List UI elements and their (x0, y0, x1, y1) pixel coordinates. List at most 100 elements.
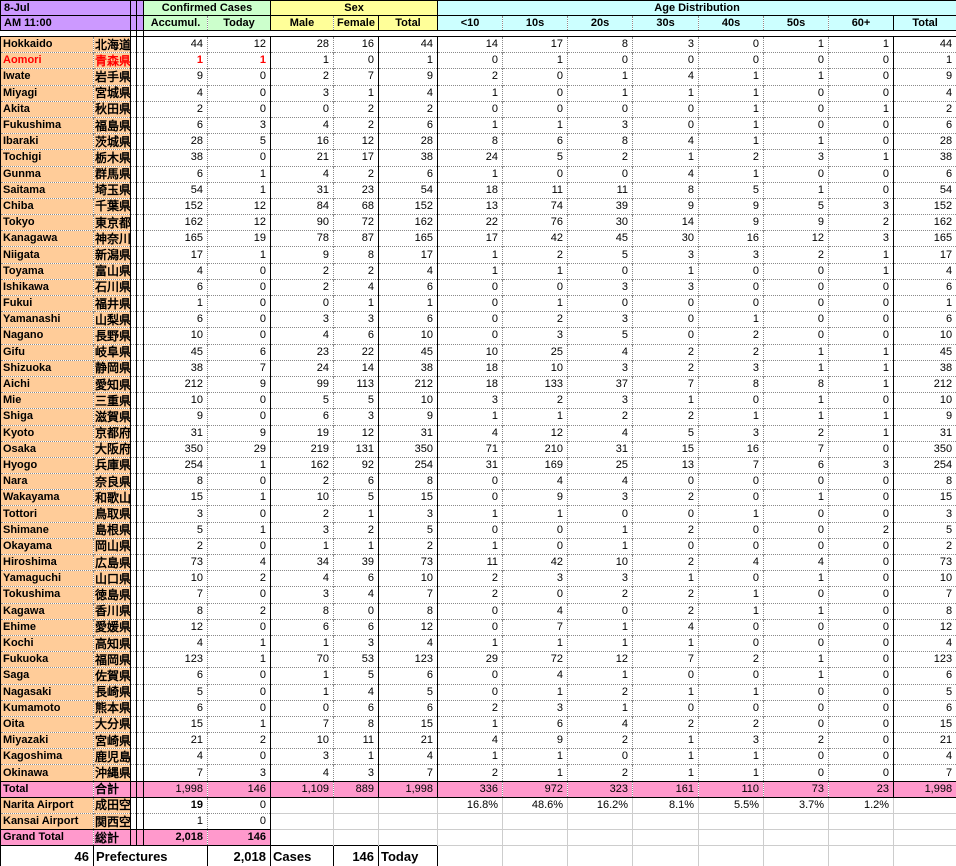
cell-total-name-en[interactable]: Total (0, 780, 94, 798)
cell-okinawa-10s[interactable]: 1 (502, 764, 569, 782)
cell-aichi-female[interactable]: 113 (333, 375, 380, 393)
cell-narita-40s-percent[interactable]: 5.5% (698, 796, 765, 814)
cell-nagano-narrow-2[interactable] (136, 327, 144, 345)
cell-shiga-male[interactable]: 6 (270, 408, 335, 425)
cell-hyogo-sex-total[interactable]: 254 (378, 456, 439, 474)
cell-nara-50s[interactable]: 0 (763, 473, 830, 490)
cell-fukuoka-10s[interactable]: 72 (502, 651, 569, 668)
cell-niigata-30s[interactable]: 3 (632, 246, 700, 264)
cell-tochigi-20s[interactable]: 2 (567, 149, 634, 166)
cell-shimane-narrow-2[interactable] (136, 521, 144, 539)
cell-kagoshima-sex-total[interactable]: 4 (378, 748, 439, 765)
cell-hyogo-under10[interactable]: 31 (437, 456, 504, 474)
cell-kyoto-name-jp[interactable]: 京都府 (93, 424, 131, 442)
cell-gunma-60plus[interactable]: 0 (828, 165, 895, 183)
cell-tokyo-under10[interactable]: 22 (437, 214, 504, 231)
cell-hyogo-male[interactable]: 162 (270, 456, 335, 474)
cell-hyogo-40s[interactable]: 7 (698, 456, 765, 474)
cell-okinawa-30s[interactable]: 1 (632, 764, 700, 782)
summary-prefecture-label[interactable]: Prefectures (93, 845, 208, 866)
cell-kochi-female[interactable]: 3 (333, 634, 380, 652)
cell-miyagi-accumul[interactable]: 4 (143, 84, 208, 102)
cell-kansai-30s[interactable] (632, 812, 700, 830)
cell-grand-total-name-en[interactable]: Grand Total (0, 829, 94, 847)
cell-miyazaki-40s[interactable]: 3 (698, 732, 765, 749)
cell-nagano-30s[interactable]: 0 (632, 327, 700, 345)
cell-akita-10s[interactable]: 0 (502, 100, 569, 118)
cell-kumamoto-20s[interactable]: 1 (567, 699, 634, 717)
cell-tokushima-under10[interactable]: 2 (437, 586, 504, 604)
cell-yamanashi-sex-total[interactable]: 6 (378, 311, 439, 328)
cell-okayama-accumul[interactable]: 2 (143, 537, 208, 555)
cell-kochi-today[interactable]: 1 (207, 634, 272, 652)
cell-nara-male[interactable]: 2 (270, 473, 335, 490)
cell-ibaraki-name-en[interactable]: Ibaraki (0, 133, 94, 150)
cell-saitama-sex-total[interactable]: 54 (378, 181, 439, 199)
cell-okinawa-today[interactable]: 3 (207, 764, 272, 782)
cell-kanagawa-50s[interactable]: 12 (763, 230, 830, 247)
cell-aomori-accumul[interactable]: 1 (143, 52, 208, 69)
cell-gunma-30s[interactable]: 4 (632, 165, 700, 183)
cell-ehime-sex-total[interactable]: 12 (378, 618, 439, 636)
cell-miyazaki-10s[interactable]: 9 (502, 732, 569, 749)
cell-grand-total-narrow-2[interactable] (136, 829, 144, 847)
cell-tokyo-female[interactable]: 72 (333, 214, 380, 231)
cell-saga-sex-total[interactable]: 6 (378, 667, 439, 684)
summary-empty-under10[interactable] (437, 845, 504, 866)
cell-fukushima-narrow-2[interactable] (136, 116, 144, 134)
cell-saga-name-en[interactable]: Saga (0, 667, 94, 684)
cell-nagano-today[interactable]: 0 (207, 327, 272, 345)
cell-miyazaki-female[interactable]: 11 (333, 732, 380, 749)
cell-toyama-20s[interactable]: 0 (567, 262, 634, 280)
cell-wakayama-40s[interactable]: 0 (698, 489, 765, 506)
cell-fukuoka-20s[interactable]: 12 (567, 651, 634, 668)
cell-okayama-sex-total[interactable]: 2 (378, 537, 439, 555)
cell-tottori-20s[interactable]: 0 (567, 505, 634, 523)
cell-tokushima-20s[interactable]: 2 (567, 586, 634, 604)
cell-mie-age-total[interactable]: 10 (893, 392, 956, 409)
cell-tokushima-today[interactable]: 0 (207, 586, 272, 604)
cell-tokushima-narrow-2[interactable] (136, 586, 144, 604)
cell-saitama-narrow-2[interactable] (136, 181, 144, 199)
cell-hokkaido-30s[interactable]: 3 (632, 35, 700, 53)
cell-hokkaido-today[interactable]: 12 (207, 35, 272, 53)
cell-kagoshima-accumul[interactable]: 4 (143, 748, 208, 765)
cell-kanagawa-sex-total[interactable]: 165 (378, 230, 439, 247)
cell-ibaraki-accumul[interactable]: 28 (143, 133, 208, 150)
cell-nara-60plus[interactable]: 0 (828, 473, 895, 490)
cell-miyazaki-male[interactable]: 10 (270, 732, 335, 749)
cell-tochigi-accumul[interactable]: 38 (143, 149, 208, 166)
cell-nara-30s[interactable]: 0 (632, 473, 700, 490)
cell-wakayama-narrow-2[interactable] (136, 489, 144, 506)
cell-miyagi-40s[interactable]: 1 (698, 84, 765, 102)
cell-fukui-age-total[interactable]: 1 (893, 294, 956, 312)
cell-tottori-50s[interactable]: 0 (763, 505, 830, 523)
cell-ishikawa-narrow-2[interactable] (136, 278, 144, 296)
cell-gunma-male[interactable]: 4 (270, 165, 335, 183)
cell-yamanashi-age-total[interactable]: 6 (893, 311, 956, 328)
cell-aomori-30s[interactable]: 0 (632, 52, 700, 69)
cell-kansai-under10[interactable] (437, 812, 504, 830)
cell-kagoshima-name-jp[interactable]: 鹿児島 (93, 748, 131, 765)
cell-oita-under10[interactable]: 1 (437, 715, 504, 733)
cell-wakayama-60plus[interactable]: 0 (828, 489, 895, 506)
cell-akita-name-en[interactable]: Akita (0, 100, 94, 118)
cell-hokkaido-under10[interactable]: 14 (437, 35, 504, 53)
cell-nagano-60plus[interactable]: 0 (828, 327, 895, 345)
cell-wakayama-female[interactable]: 5 (333, 489, 380, 506)
cell-kagawa-accumul[interactable]: 8 (143, 602, 208, 620)
cell-narita-60plus-percent[interactable]: 1.2% (828, 796, 895, 814)
cell-hyogo-female[interactable]: 92 (333, 456, 380, 474)
cell-kochi-40s[interactable]: 0 (698, 634, 765, 652)
cell-shiga-accumul[interactable]: 9 (143, 408, 208, 425)
cell-shimane-today[interactable]: 1 (207, 521, 272, 539)
cell-shiga-60plus[interactable]: 1 (828, 408, 895, 425)
cell-tochigi-narrow-2[interactable] (136, 149, 144, 166)
cell-tokushima-60plus[interactable]: 0 (828, 586, 895, 604)
cell-mie-female[interactable]: 5 (333, 392, 380, 409)
cell-wakayama-accumul[interactable]: 15 (143, 489, 208, 506)
cell-niigata-name-en[interactable]: Niigata (0, 246, 94, 264)
cell-kochi-60plus[interactable]: 0 (828, 634, 895, 652)
cell-nagasaki-name-en[interactable]: Nagasaki (0, 683, 94, 701)
cell-gunma-age-total[interactable]: 6 (893, 165, 956, 183)
